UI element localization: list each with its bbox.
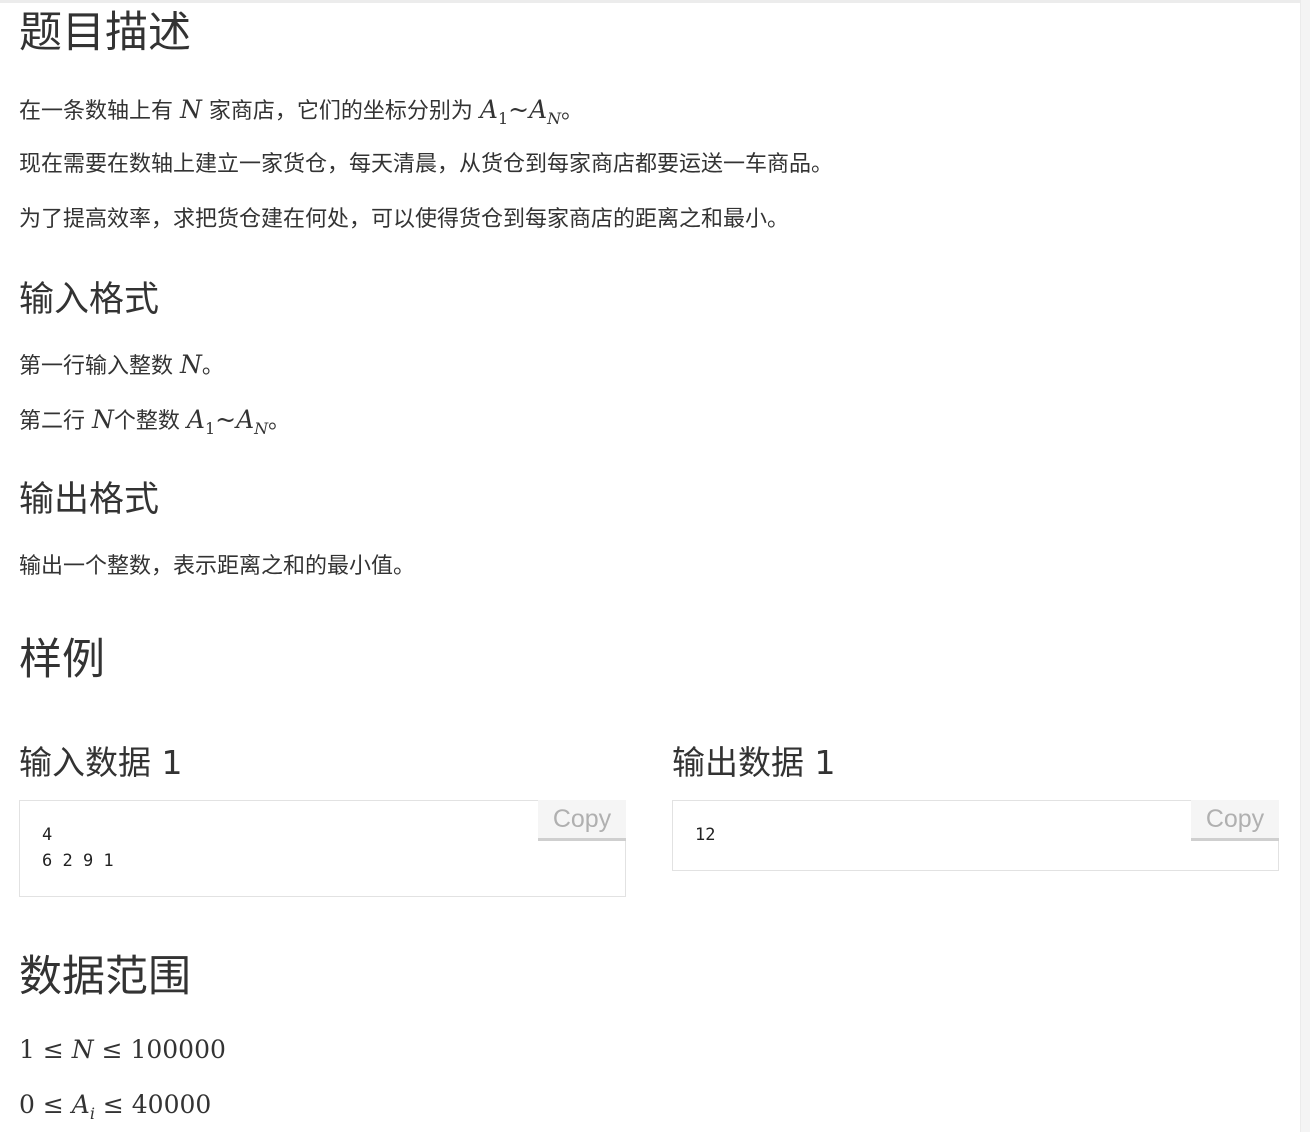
- description-heading: 题目描述: [19, 8, 191, 58]
- sample-input-section: 输入数据 1 4 6 2 9 1 Copy: [19, 740, 626, 897]
- sample-output-content[interactable]: 12: [673, 801, 1278, 848]
- description-line-3: 为了提高效率，求把货仓建在何处，可以使得货仓到每家商店的距离之和最小。: [19, 207, 790, 232]
- sample-output-title: 输出数据 1: [672, 743, 836, 782]
- sample-input-content[interactable]: 4 6 2 9 1: [20, 801, 625, 874]
- output-format-line-1: 输出一个整数，表示距离之和的最小值。: [19, 554, 416, 579]
- input-format-line-1: 第一行输入整数 N。: [19, 350, 224, 379]
- sample-input-title: 输入数据 1: [19, 743, 183, 782]
- description-line-2: 现在需要在数轴上建立一家货仓，每天清晨，从货仓到每家商店都要运送一车商品。: [19, 152, 834, 177]
- copy-output-button[interactable]: Copy: [1191, 800, 1279, 841]
- range-line-2: 0 ≤ Ai ≤ 40000: [19, 1090, 212, 1123]
- sample-input-box[interactable]: 4 6 2 9 1 Copy: [19, 800, 626, 897]
- samples-heading: 样例: [19, 635, 105, 685]
- input-format-heading: 输入格式: [19, 280, 160, 320]
- range-heading: 数据范围: [19, 952, 191, 1002]
- range-line-1: 1 ≤ N ≤ 100000: [19, 1035, 226, 1064]
- input-format-line-2: 第二行 N个整数 A1~AN。: [19, 405, 291, 438]
- page-scrollbar[interactable]: [1300, 0, 1310, 1132]
- copy-input-button[interactable]: Copy: [538, 800, 626, 841]
- sample-output-section: 输出数据 1 12 Copy: [672, 740, 1279, 871]
- sample-output-box[interactable]: 12 Copy: [672, 800, 1279, 871]
- output-format-heading: 输出格式: [19, 480, 160, 520]
- description-line-1: 在一条数轴上有 N 家商店，它们的坐标分别为 A1~AN。: [19, 95, 584, 128]
- top-border: [0, 0, 1310, 3]
